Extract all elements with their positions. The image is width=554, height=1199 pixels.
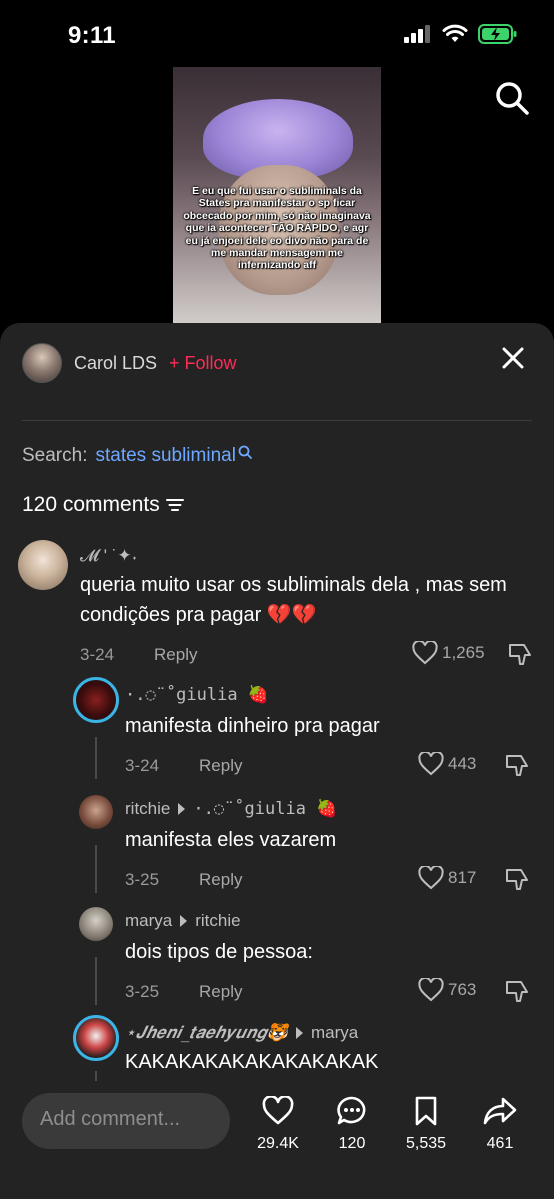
like-count: 817 (448, 868, 477, 887)
comments-sheet: Carol LDS + Follow Search: states sublim… (0, 323, 554, 1199)
wifi-icon (442, 24, 468, 42)
reply-to-username[interactable]: marya (311, 1023, 358, 1043)
reply-button[interactable]: Reply (199, 870, 242, 890)
reply-arrow-icon (178, 803, 186, 815)
comments-count-row: 120 comments (22, 493, 184, 517)
reply-to-username[interactable]: ·.◌̈ ˚giulia 🍓 (193, 799, 337, 819)
comments-button[interactable]: 120 (322, 1095, 382, 1153)
comment-meta: 3-25 Reply (125, 870, 243, 890)
avatar[interactable] (22, 343, 62, 383)
comment-username-text[interactable]: marya (125, 911, 172, 931)
comment-text: KAKAKAKAKAKAKAKAKAK (125, 1051, 379, 1073)
search-term-link[interactable]: states subliminal (95, 445, 235, 467)
author-row: Carol LDS + Follow (22, 343, 237, 383)
comment-text: queria muito usar os subliminals dela , … (80, 574, 507, 626)
comment-meta: 3-25 Reply (125, 982, 243, 1002)
like-video-button[interactable]: 29.4K (248, 1095, 308, 1153)
comment-username-text[interactable]: ⋆𝑱𝒉𝒆𝒏𝒊_𝒕𝒂𝒆𝒉𝒚𝒖𝒏𝒈🐯 (125, 1023, 288, 1043)
follow-button[interactable]: + Follow (169, 353, 237, 374)
search-label: Search: (22, 445, 88, 466)
video-share-count: 461 (486, 1135, 514, 1152)
comment-icon (337, 1096, 366, 1125)
divider (22, 420, 532, 421)
status-time: 9:11 (68, 22, 116, 49)
share-button[interactable]: 461 (470, 1095, 530, 1153)
comment-text: manifesta eles vazarem (125, 829, 337, 851)
status-icons (404, 24, 518, 44)
comment-reply-item: ⋆𝑱𝒉𝒆𝒏𝒊_𝒕𝒂𝒆𝒉𝒚𝒖𝒏𝒈🐯 marya KAKAKAKAKAKAKAKAK… (0, 1013, 554, 1081)
heart-icon (412, 641, 438, 665)
comment-reply-item: ritchie ·.◌̈ ˚giulia 🍓 manifesta eles va… (0, 789, 554, 901)
comment-input[interactable]: Add comment... (22, 1093, 230, 1149)
heart-icon (418, 978, 444, 1002)
status-bar: 9:11 (0, 0, 554, 70)
video-save-count: 5,535 (405, 1135, 447, 1152)
comment-username[interactable]: ·.◌̈ ˚giulia 🍓 (125, 685, 269, 705)
comment-username[interactable]: ⋆𝑱𝒉𝒆𝒏𝒊_𝒕𝒂𝒆𝒉𝒚𝒖𝒏𝒈🐯 marya (125, 1023, 358, 1043)
thread-line (95, 1071, 97, 1081)
dislike-icon[interactable] (504, 867, 530, 893)
heart-icon (418, 752, 444, 776)
comments-count: 120 comments (22, 493, 160, 516)
like-count: 763 (448, 980, 477, 999)
share-icon (483, 1097, 517, 1125)
author-name[interactable]: Carol LDS (74, 353, 157, 374)
comment-meta: 3-24 Reply (125, 756, 243, 776)
reply-arrow-icon (180, 915, 188, 927)
avatar[interactable] (18, 540, 68, 590)
search-icon (238, 445, 252, 459)
video-comment-count: 120 (338, 1135, 366, 1152)
comment-username[interactable]: ritchie ·.◌̈ ˚giulia 🍓 (125, 799, 337, 819)
like-button[interactable]: 443 (418, 752, 476, 776)
like-button[interactable]: 817 (418, 866, 476, 890)
dislike-icon[interactable] (504, 753, 530, 779)
dislike-icon[interactable] (507, 642, 533, 668)
like-count: 443 (448, 754, 477, 773)
reply-arrow-icon (295, 1027, 303, 1039)
like-button[interactable]: 1,265 (412, 641, 485, 665)
signal-icon (404, 25, 430, 43)
avatar[interactable] (79, 907, 113, 941)
reply-button[interactable]: Reply (154, 645, 197, 665)
heart-icon (262, 1096, 294, 1125)
like-count: 1,265 (442, 643, 485, 662)
reply-to-username[interactable]: ritchie (195, 911, 240, 931)
close-icon[interactable] (500, 345, 526, 371)
comment-date: 3-25 (125, 870, 160, 889)
reply-button[interactable]: Reply (199, 982, 242, 1002)
avatar[interactable] (79, 795, 113, 829)
save-button[interactable]: 5,535 (396, 1095, 456, 1153)
comment-username[interactable]: marya ritchie (125, 911, 241, 931)
search-icon[interactable] (494, 80, 530, 116)
like-button[interactable]: 763 (418, 978, 476, 1002)
video-thumbnail[interactable]: E eu que fui usar o subliminals da State… (173, 67, 381, 327)
comment-text: dois tipos de pessoa: (125, 941, 313, 963)
comment-reply-item: marya ritchie dois tipos de pessoa: 3-25… (0, 901, 554, 1013)
thread-line (95, 845, 97, 893)
battery-icon (478, 24, 517, 44)
bookmark-icon (415, 1096, 437, 1126)
dislike-icon[interactable] (504, 979, 530, 1005)
comment-date: 3-24 (80, 645, 115, 664)
comment-date: 3-25 (125, 982, 160, 1001)
thread-line (95, 957, 97, 1005)
comment-username-text[interactable]: ritchie (125, 799, 170, 819)
comment-meta: 3-24 Reply (80, 645, 198, 665)
heart-icon (418, 866, 444, 890)
reply-button[interactable]: Reply (199, 756, 242, 776)
comment-text: manifesta dinheiro pra pagar (125, 715, 380, 737)
comment-username[interactable]: 𝓜 ' ˙✦˖ (80, 546, 137, 566)
search-suggestion[interactable]: Search: states subliminal (22, 445, 252, 467)
sort-icon[interactable] (165, 497, 184, 513)
video-like-count: 29.4K (257, 1135, 299, 1152)
comment-item: 𝓜 ' ˙✦˖ queria muito usar os subliminals… (0, 540, 554, 670)
bottom-action-bar: Add comment... 29.4K 120 5,535 461 (0, 1081, 554, 1199)
comment-date: 3-24 (125, 756, 160, 775)
avatar[interactable] (73, 1015, 119, 1061)
video-caption: E eu que fui usar o subliminals da State… (183, 185, 371, 272)
thread-line (95, 737, 97, 779)
comment-reply-item: ·.◌̈ ˚giulia 🍓 manifesta dinheiro pra pa… (0, 675, 554, 787)
avatar[interactable] (73, 677, 119, 723)
